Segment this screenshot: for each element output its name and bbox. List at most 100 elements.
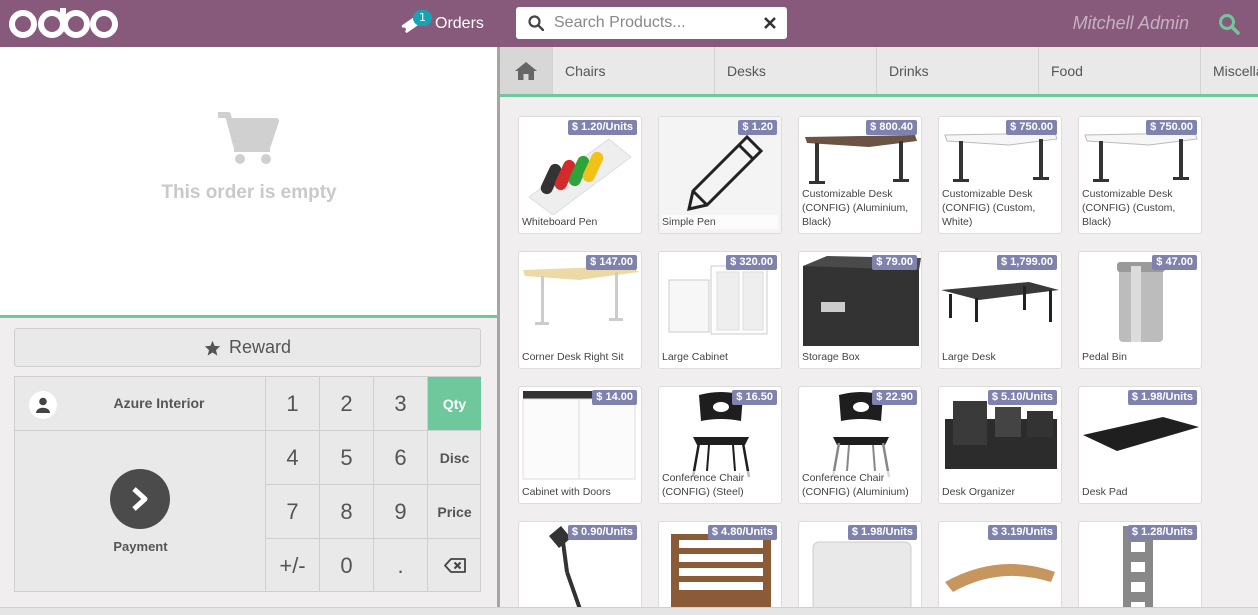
category-desks[interactable]: Desks (714, 47, 876, 94)
product-name: Whiteboard Pen (522, 215, 638, 229)
order-lines: This order is empty (0, 47, 498, 318)
price-tag: $ 1,799.00 (997, 255, 1057, 270)
orders-label: Orders (435, 15, 484, 32)
numpad-key-2[interactable]: 2 (320, 377, 374, 431)
search-input[interactable] (554, 12, 754, 34)
price-tag: $ 47.00 (1152, 255, 1197, 270)
product-card[interactable]: $ 1.98/Units (798, 521, 922, 607)
orders-button[interactable]: 1 Orders (400, 10, 484, 38)
price-tag: $ 79.00 (872, 255, 917, 270)
actionpad: Azure Interior Payment 1 2 3 Qty 4 5 6 D… (14, 376, 481, 592)
qty-mode-button[interactable]: Qty (428, 377, 481, 431)
product-card[interactable]: $ 1.28/Units (1078, 521, 1202, 607)
bottom-scroll-edge (0, 607, 1258, 615)
payment-label: Payment (113, 539, 168, 554)
product-name: Large Cabinet (662, 350, 778, 364)
ticket-icon: 1 (400, 10, 432, 35)
close-icon[interactable] (762, 15, 778, 31)
product-search (516, 7, 787, 39)
price-tag: $ 1.98/Units (1127, 390, 1197, 405)
product-card[interactable]: $ 800.40 Customizable Desk (CONFIG) (Alu… (798, 116, 922, 234)
empty-order-message: This order is empty (161, 182, 337, 203)
product-name: Conference Chair (CONFIG) (Aluminium) (802, 471, 918, 499)
home-category-button[interactable] (500, 47, 552, 94)
product-name: Desk Pad (1082, 485, 1198, 499)
product-card[interactable]: $ 1.98/Units Desk Pad (1078, 386, 1202, 504)
product-card[interactable]: $ 5.10/Units Desk Organizer (938, 386, 1062, 504)
product-card[interactable]: $ 750.00 Customizable Desk (CONFIG) (Cus… (1078, 116, 1202, 234)
category-food[interactable]: Food (1038, 47, 1200, 94)
numpad-key-1[interactable]: 1 (266, 377, 320, 431)
price-tag: $ 1.20/Units (567, 120, 637, 135)
reward-button[interactable]: Reward (14, 328, 481, 367)
price-tag: $ 22.90 (872, 390, 917, 405)
customer-button[interactable]: Azure Interior (15, 377, 266, 431)
product-name: Customizable Desk (CONFIG) (Aluminium, B… (802, 187, 918, 229)
reward-label: Reward (228, 337, 292, 357)
product-card[interactable]: $ 1,799.00 Large Desk (938, 251, 1062, 369)
product-name: Pedal Bin (1082, 350, 1198, 364)
price-tag: $ 320.00 (726, 255, 777, 270)
price-tag: $ 4.80/Units (707, 525, 777, 540)
product-card[interactable]: $ 47.00 Pedal Bin (1078, 251, 1202, 369)
product-card[interactable]: $ 320.00 Large Cabinet (658, 251, 782, 369)
product-card[interactable]: $ 1.20 Simple Pen (658, 116, 782, 234)
numpad-key-8[interactable]: 8 (320, 485, 374, 539)
price-tag: $ 147.00 (586, 255, 637, 270)
product-name: Customizable Desk (CONFIG) (Custom, Whit… (942, 187, 1058, 229)
product-card[interactable]: $ 147.00 Corner Desk Right Sit (518, 251, 642, 369)
product-name: Cabinet with Doors (522, 485, 638, 499)
product-card[interactable]: $ 0.90/Units (518, 521, 642, 607)
user-name[interactable]: Mitchell Admin (1073, 13, 1189, 34)
star-icon (204, 340, 221, 356)
product-name: Desk Organizer (942, 485, 1058, 499)
product-card[interactable]: $ 750.00 Customizable Desk (CONFIG) (Cus… (938, 116, 1062, 234)
price-tag: $ 16.50 (732, 390, 777, 405)
plus-minus-button[interactable]: +/- (266, 539, 320, 592)
decimal-button[interactable]: . (374, 539, 428, 592)
price-tag: $ 1.28/Units (1127, 525, 1197, 540)
order-panel: This order is empty Reward Azure Interio… (0, 47, 498, 615)
price-tag: $ 1.98/Units (847, 525, 917, 540)
product-name: Conference Chair (CONFIG) (Steel) (662, 471, 778, 499)
product-screen: Chairs Desks Drinks Food Miscella $ 1.20… (500, 47, 1258, 607)
product-card[interactable]: $ 22.90 Conference Chair (CONFIG) (Alumi… (798, 386, 922, 504)
price-tag: $ 800.40 (866, 120, 917, 135)
category-chairs[interactable]: Chairs (552, 47, 714, 94)
numpad-key-9[interactable]: 9 (374, 485, 428, 539)
price-tag: $ 750.00 (1006, 120, 1057, 135)
disc-mode-button[interactable]: Disc (428, 431, 481, 485)
product-card[interactable]: $ 79.00 Storage Box (798, 251, 922, 369)
category-bar: Chairs Desks Drinks Food Miscella (500, 47, 1258, 97)
search-icon (528, 15, 544, 31)
product-name: Customizable Desk (CONFIG) (Custom, Blac… (1082, 187, 1198, 229)
customer-name: Azure Interior (113, 395, 205, 411)
backspace-icon (443, 558, 466, 573)
chevron-right-icon (110, 469, 170, 529)
cart-icon (218, 112, 279, 164)
search-icon[interactable] (1218, 13, 1240, 35)
product-card[interactable]: $ 3.19/Units (938, 521, 1062, 607)
product-card[interactable]: $ 14.00 Cabinet with Doors (518, 386, 642, 504)
numpad-key-5[interactable]: 5 (320, 431, 374, 485)
product-name: Large Desk (942, 350, 1058, 364)
product-card[interactable]: $ 1.20/Units Whiteboard Pen (518, 116, 642, 234)
top-bar: 1 Orders Mitchell Admin (0, 0, 1258, 47)
product-card[interactable]: $ 4.80/Units (658, 521, 782, 607)
numpad-key-4[interactable]: 4 (266, 431, 320, 485)
backspace-button[interactable] (428, 539, 481, 592)
price-tag: $ 0.90/Units (567, 525, 637, 540)
product-name: Storage Box (802, 350, 918, 364)
category-miscellaneous[interactable]: Miscella (1200, 47, 1258, 94)
numpad-key-6[interactable]: 6 (374, 431, 428, 485)
user-icon (29, 391, 57, 419)
numpad-key-7[interactable]: 7 (266, 485, 320, 539)
product-card[interactable]: $ 16.50 Conference Chair (CONFIG) (Steel… (658, 386, 782, 504)
payment-button[interactable]: Payment (15, 431, 266, 592)
numpad: 1 2 3 Qty 4 5 6 Disc 7 8 9 Price +/- 0 . (266, 377, 481, 592)
category-drinks[interactable]: Drinks (876, 47, 1038, 94)
price-mode-button[interactable]: Price (428, 485, 481, 539)
numpad-key-0[interactable]: 0 (320, 539, 374, 592)
numpad-key-3[interactable]: 3 (374, 377, 428, 431)
product-name: Simple Pen (662, 215, 778, 229)
